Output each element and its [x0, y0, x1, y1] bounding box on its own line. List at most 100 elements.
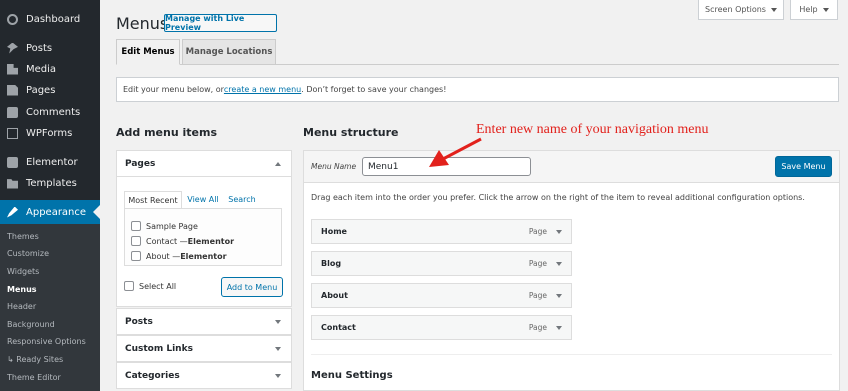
pages-accordion-header[interactable]: Pages [116, 150, 292, 177]
elementor-icon [7, 156, 18, 168]
menu-item-type: Page [528, 291, 547, 300]
chevron-down-icon[interactable] [556, 294, 562, 298]
menu-structure-heading: Menu structure [303, 126, 399, 139]
create-menu-link[interactable]: create a new menu [224, 85, 301, 94]
screen-options-button[interactable]: Screen Options [698, 0, 784, 20]
sidebar-item-label: Appearance [26, 206, 87, 218]
notice-text-before: Edit your menu below, or [123, 85, 224, 94]
chevron-down-icon [770, 7, 777, 12]
chevron-down-icon[interactable] [556, 262, 562, 266]
accordion-title: Custom Links [125, 343, 193, 354]
sidebar-item-posts[interactable]: Posts [0, 37, 100, 59]
chevron-down-icon[interactable] [556, 326, 562, 330]
submenu-item-header[interactable]: Header [7, 302, 36, 311]
menu-item-label: Blog [321, 259, 342, 268]
help-button[interactable]: Help [790, 0, 838, 20]
submenu-item-background[interactable]: Background [7, 320, 55, 329]
categories-accordion-header[interactable]: Categories [116, 362, 292, 389]
sidebar-item-label: Elementor [26, 156, 78, 168]
chevron-up-icon [275, 162, 281, 166]
submenu-item-themes[interactable]: Themes [7, 232, 39, 241]
chevron-down-icon [822, 7, 829, 12]
submenu-item-theme-editor[interactable]: Theme Editor [7, 373, 61, 382]
page-name: About — [146, 251, 181, 261]
screen-options-label: Screen Options [705, 5, 766, 14]
current-page-pointer [93, 205, 100, 219]
sidebar-item-comments[interactable]: Comments [0, 101, 100, 123]
submenu-item-responsive-options[interactable]: Responsive Options [7, 337, 86, 346]
annotation-arrow-icon [429, 137, 482, 167]
pin-icon [7, 42, 18, 54]
brush-icon [7, 206, 18, 218]
sidebar-item-appearance[interactable]: Appearance [0, 200, 100, 224]
appearance-submenu: Themes Customize Widgets Menus Header Ba… [0, 224, 100, 391]
select-all-label: Select All [139, 281, 177, 291]
sidebar-item-templates[interactable]: Templates [0, 172, 100, 194]
help-label: Help [799, 5, 818, 14]
sidebar-item-pages[interactable]: Pages [0, 79, 100, 101]
tab-search[interactable]: Search [225, 191, 259, 208]
menu-item-type: Page [528, 259, 547, 268]
live-preview-button[interactable]: Manage with Live Preview [164, 14, 277, 32]
menu-item-label: About [321, 291, 348, 300]
sidebar-item-media[interactable]: Media [0, 58, 100, 80]
menu-item-contact[interactable]: Contact Page [311, 315, 572, 340]
add-menu-items-heading: Add menu items [116, 126, 218, 139]
tab-manage-locations[interactable]: Manage Locations [182, 39, 276, 65]
sidebar-item-label: Comments [26, 106, 81, 118]
page-checkbox[interactable] [131, 236, 141, 246]
admin-sidebar: Dashboard Posts Media Pages Comments WPF… [0, 0, 100, 391]
info-notice: Edit your menu below, or create a new me… [116, 77, 839, 102]
sidebar-item-label: Templates [26, 177, 77, 189]
chevron-down-icon[interactable] [556, 230, 562, 234]
page-name: Sample Page [146, 221, 198, 231]
add-to-menu-button[interactable]: Add to Menu [221, 277, 283, 297]
annotation-text: Enter new name of your navigation menu [476, 122, 709, 137]
sidebar-item-label: Posts [26, 42, 53, 54]
media-icon [7, 63, 18, 75]
list-item[interactable]: About — Elementor [131, 250, 227, 262]
chevron-down-icon [275, 347, 281, 351]
menu-settings-divider [311, 354, 832, 355]
drag-instructions: Drag each item into the order you prefer… [311, 193, 805, 202]
menu-item-label: Contact [321, 323, 356, 332]
sidebar-item-wpforms[interactable]: WPForms [0, 122, 100, 144]
submenu-item-menus[interactable]: Menus [7, 285, 37, 294]
page-icon [7, 84, 18, 96]
page-checkbox[interactable] [131, 251, 141, 261]
comment-icon [7, 106, 18, 118]
page-name: Contact — [146, 236, 188, 246]
save-menu-button[interactable]: Save Menu [775, 156, 832, 177]
folder-icon [7, 179, 18, 189]
list-item[interactable]: Sample Page [131, 220, 198, 232]
submenu-item-widgets[interactable]: Widgets [7, 267, 39, 276]
list-item[interactable]: Contact — Elementor [131, 235, 234, 247]
sidebar-item-label: WPForms [26, 127, 73, 139]
posts-accordion-header[interactable]: Posts [116, 308, 292, 335]
tab-edit-menus[interactable]: Edit Menus [116, 39, 180, 65]
select-all-checkbox[interactable] [124, 281, 134, 291]
select-all-control[interactable]: Select All [124, 281, 176, 291]
tab-most-recent[interactable]: Most Recent [124, 191, 182, 208]
page-suffix: Elementor [180, 251, 227, 261]
submenu-item-customize[interactable]: Customize [7, 249, 49, 258]
menu-item-type: Page [528, 323, 547, 332]
tab-view-all[interactable]: View All [184, 191, 222, 208]
custom-links-accordion-header[interactable]: Custom Links [116, 335, 292, 362]
sidebar-item-dashboard[interactable]: Dashboard [0, 8, 100, 30]
accordion-title: Pages [125, 158, 156, 169]
page-checkbox[interactable] [131, 221, 141, 231]
sidebar-item-elementor[interactable]: Elementor [0, 151, 100, 173]
menu-item-home[interactable]: Home Page [311, 219, 572, 244]
sidebar-item-label: Dashboard [26, 13, 81, 25]
page-title: Menus [116, 14, 169, 33]
menu-item-blog[interactable]: Blog Page [311, 251, 572, 276]
menu-name-label: Menu Name [311, 162, 357, 171]
menu-item-label: Home [321, 227, 347, 236]
menu-settings-heading: Menu Settings [311, 370, 393, 381]
notice-text-after: . Don’t forget to save your changes! [301, 85, 447, 94]
page-suffix: Elementor [187, 236, 235, 246]
submenu-item-ready-sites[interactable]: ↳ Ready Sites [7, 355, 63, 364]
menu-item-about[interactable]: About Page [311, 283, 572, 308]
sidebar-item-label: Media [26, 63, 57, 75]
